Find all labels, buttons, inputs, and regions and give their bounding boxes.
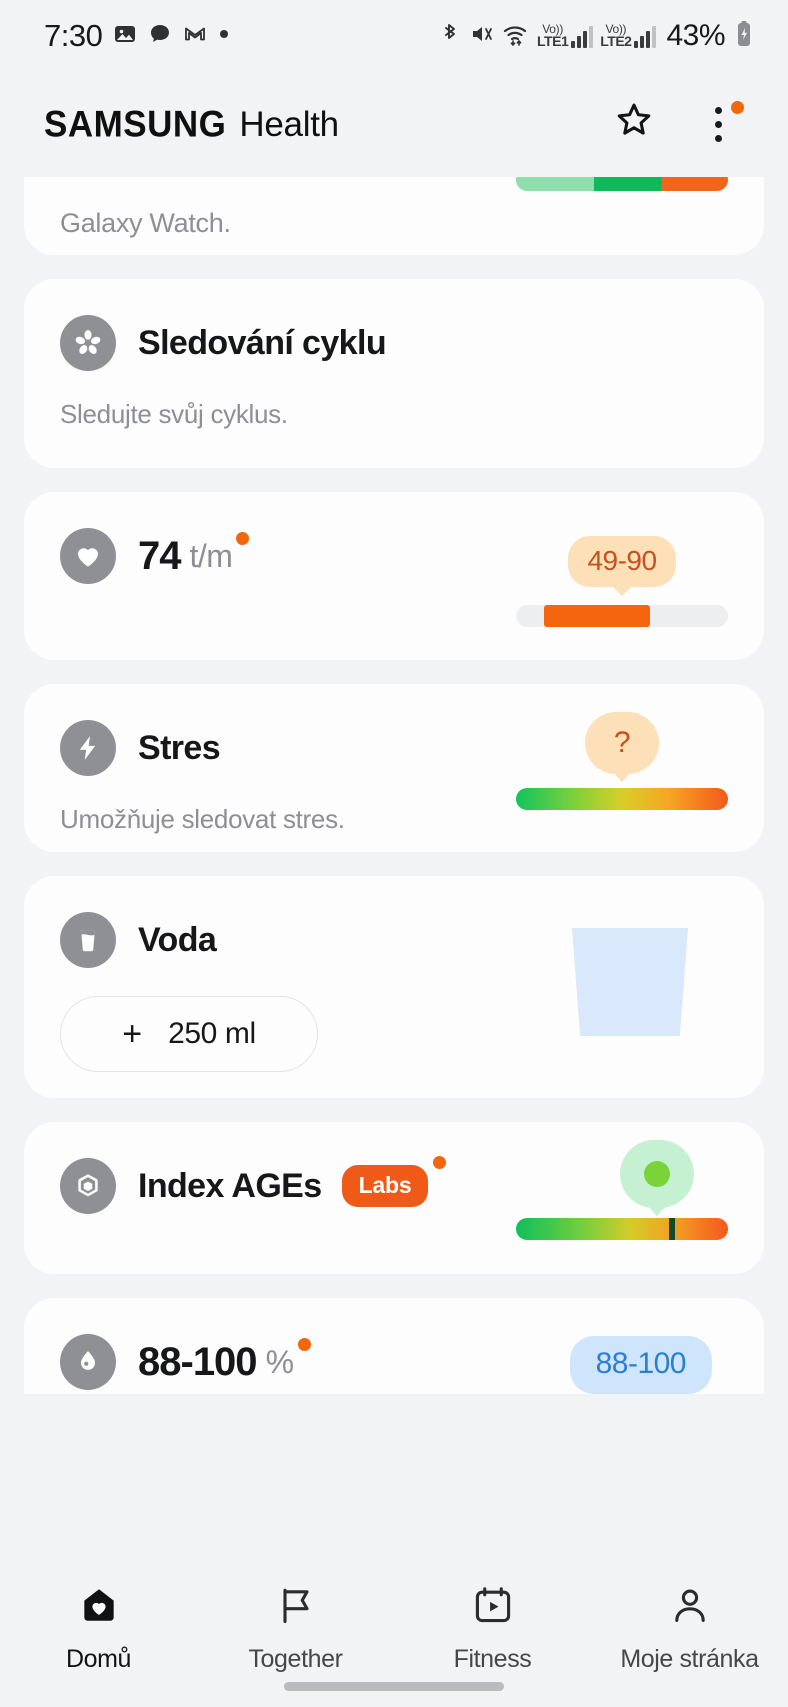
add-water-label: 250 ml (168, 1017, 256, 1051)
nav-item-together[interactable]: Together (197, 1583, 394, 1674)
oxygen-value: 88-100 (138, 1340, 257, 1385)
water-title: Voda (138, 921, 216, 960)
card-water[interactable]: Voda + 250 ml (24, 876, 764, 1098)
card-stress[interactable]: Stres Umožňuje sledovat stres. ? (24, 684, 764, 852)
home-heart-icon (77, 1583, 121, 1632)
cycle-subtitle: Sledujte svůj cyklus. (60, 399, 728, 430)
nav-item-my-page[interactable]: Moje stránka (591, 1583, 788, 1674)
status-bar-right: Vo)) LTE1 Vo)) LTE2 43% (438, 19, 754, 53)
chat-bubble-icon (148, 22, 172, 51)
status-bar: 7:30 (0, 0, 788, 72)
header-actions (606, 97, 756, 153)
ages-gradient-bar (516, 1218, 728, 1240)
ages-marker-dot (644, 1161, 670, 1187)
water-glass-graphic (572, 928, 688, 1036)
stress-gauge: ? (516, 712, 728, 810)
flower-icon (60, 315, 116, 371)
volte1-label: Vo)) LTE1 (537, 24, 568, 49)
status-bar-left: 7:30 (44, 18, 230, 54)
heart-rate-track (516, 605, 728, 627)
oxygen-chip-label: 88-100 (596, 1347, 686, 1380)
oxygen-unit: % (266, 1344, 294, 1381)
ages-gauge (516, 1140, 728, 1240)
brand-samsung: SAMSUNG (44, 104, 226, 146)
heart-rate-fill (544, 605, 650, 627)
overflow-menu-button[interactable] (690, 97, 746, 153)
oxygen-badge-dot (298, 1338, 311, 1351)
cycle-title: Sledování cyklu (138, 324, 386, 363)
stress-tooltip: ? (585, 712, 659, 774)
hexagon-icon (60, 1158, 116, 1214)
nav-label-together: Together (248, 1645, 342, 1674)
oxygen-range-chip: 88-100 (570, 1336, 712, 1394)
galaxy-watch-row: Galaxy Watch. (24, 177, 764, 255)
favorite-button[interactable] (606, 97, 662, 153)
heart-rate-badge-dot (236, 532, 249, 545)
ages-marker-bubble (620, 1140, 694, 1208)
heart-icon (60, 528, 116, 584)
signal2-icon (634, 26, 656, 48)
volte2-label: Vo)) LTE2 (600, 24, 631, 49)
app-header: SAMSUNG Health (0, 72, 788, 177)
nav-item-home[interactable]: Domů (0, 1583, 197, 1674)
signal1-icon (571, 26, 593, 48)
heart-rate-unit: t/m (190, 538, 233, 575)
volte1-icon: Vo)) LTE1 (537, 24, 593, 49)
nav-label-my-page: Moje stránka (620, 1645, 758, 1674)
galaxy-watch-bar (516, 177, 728, 191)
wifi-icon (502, 21, 530, 52)
flag-icon (274, 1583, 318, 1632)
battery-percent: 43% (666, 19, 725, 53)
stress-gradient-bar (516, 788, 728, 810)
ages-title: Index AGEs (138, 1167, 322, 1206)
labs-badge: Labs (342, 1165, 429, 1207)
brand-health: Health (239, 105, 338, 145)
battery-icon (734, 20, 754, 53)
star-outline-icon (611, 99, 657, 150)
stress-title: Stres (138, 729, 220, 768)
plus-icon: + (122, 1017, 142, 1051)
stress-tooltip-text: ? (614, 726, 630, 760)
cards-scroll-area[interactable]: Galaxy Watch. (0, 177, 788, 1561)
lightning-bolt-icon (60, 720, 116, 776)
card-index-ages[interactable]: Index AGEs Labs (24, 1122, 764, 1274)
image-icon (113, 22, 137, 51)
card-heart-rate[interactable]: 74 t/m 49-90 (24, 492, 764, 660)
heart-rate-tooltip: 49-90 (568, 536, 676, 587)
phone-screen: 7:30 (0, 0, 788, 1707)
nav-label-home: Domů (66, 1645, 131, 1674)
blood-drop-icon (60, 1334, 116, 1390)
galaxy-watch-text: Galaxy Watch. (60, 208, 231, 239)
water-glass-icon (60, 912, 116, 968)
bluetooth-icon (438, 21, 462, 52)
app-brand: SAMSUNG Health (44, 105, 339, 145)
person-icon (668, 1583, 712, 1632)
cycle-header-row: Sledování cyklu (60, 315, 728, 371)
heart-rate-tooltip-text: 49-90 (587, 545, 656, 576)
gmail-icon (183, 22, 207, 51)
calendar-play-icon (471, 1583, 515, 1632)
kebab-menu-icon (715, 107, 722, 142)
status-time: 7:30 (44, 18, 102, 54)
nav-label-fitness: Fitness (454, 1645, 532, 1674)
heart-rate-gauge: 49-90 (516, 536, 728, 627)
volte2-icon: Vo)) LTE2 (600, 24, 656, 49)
card-blood-oxygen[interactable]: 88-100 % 88-100 (24, 1298, 764, 1394)
card-galaxy-watch[interactable]: Galaxy Watch. (24, 177, 764, 255)
ages-badge-dot (433, 1156, 446, 1169)
heart-rate-value: 74 (138, 534, 181, 579)
menu-badge-dot (731, 101, 744, 114)
card-cycle-tracking[interactable]: Sledování cyklu Sledujte svůj cyklus. (24, 279, 764, 468)
mute-icon (469, 21, 495, 52)
ages-tick-marker (669, 1218, 675, 1240)
add-water-button[interactable]: + 250 ml (60, 996, 318, 1072)
dot-icon (218, 27, 230, 45)
nav-item-fitness[interactable]: Fitness (394, 1583, 591, 1674)
gesture-bar (284, 1682, 504, 1691)
